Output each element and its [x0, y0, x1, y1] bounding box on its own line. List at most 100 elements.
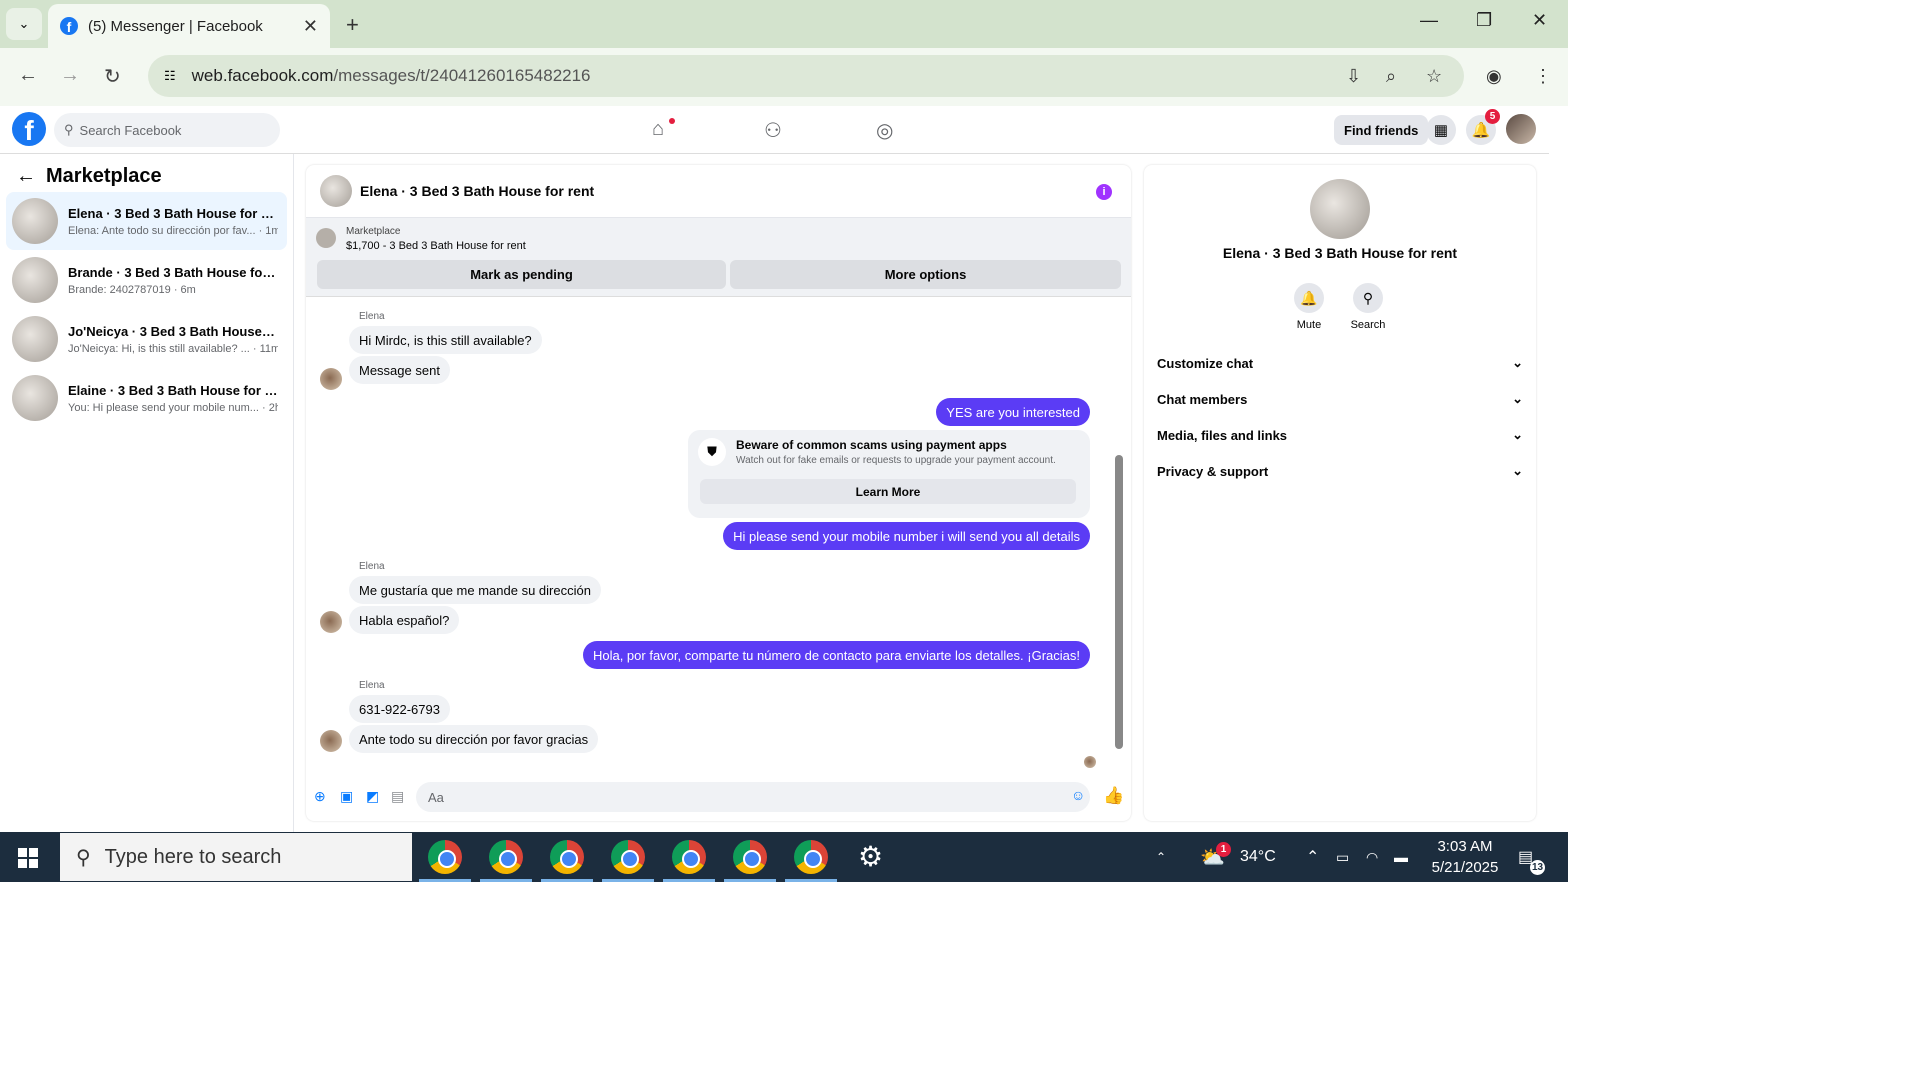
minimize-icon[interactable]: — — [1420, 10, 1438, 31]
conversation-item[interactable]: Jo'Neicya · 3 Bed 3 Bath House for... Jo'… — [6, 310, 287, 368]
action-center-icon[interactable]: ▤ — [1518, 832, 1533, 882]
message-bubble: Ante todo su dirección por favor gracias — [349, 725, 599, 753]
chrome-icon[interactable] — [489, 840, 523, 874]
facebook-logo-icon[interactable]: f — [12, 112, 46, 146]
avatar — [320, 368, 342, 390]
scrollbar-thumb[interactable] — [1115, 455, 1123, 749]
chrome-icon[interactable] — [733, 840, 767, 874]
url-path: /messages/t/24041260165482216 — [333, 66, 591, 85]
taskbar-search-input[interactable]: ⚲ Type here to search — [60, 833, 412, 881]
chevron-down-icon: ⌄ — [1512, 463, 1523, 478]
photo-icon[interactable]: ▣ — [340, 788, 353, 805]
chat-details-panel: Elena · 3 Bed 3 Bath House for rent 🔔 Mu… — [1144, 165, 1536, 821]
listing-title[interactable]: $1,700 - 3 Bed 3 Bath House for rent — [346, 240, 526, 252]
chevron-down-icon: ⌄ — [1512, 427, 1523, 442]
conversation-preview: Elena: Ante todo su dirección por fav...… — [68, 224, 278, 237]
chrome-icon[interactable] — [672, 840, 706, 874]
privacy-support-section[interactable]: Privacy & support ⌄ — [1157, 459, 1523, 483]
thumbs-up-icon[interactable]: 👍 — [1103, 786, 1124, 806]
address-bar: ← → ↻ ☷ web.facebook.com/messages/t/2404… — [0, 48, 1568, 106]
profile-icon[interactable]: ◉ — [1486, 66, 1502, 87]
scam-warning-card: ⛊ Beware of common scams using payment a… — [688, 430, 1090, 518]
search-icon: ⚲ — [64, 122, 74, 137]
menu-dots-icon[interactable]: ⋮ — [1534, 66, 1552, 87]
section-label: Media, files and links — [1157, 427, 1288, 443]
chat-members-section[interactable]: Chat members ⌄ — [1157, 387, 1523, 411]
apps-grid-icon[interactable]: ▦ — [1426, 115, 1456, 145]
section-label: Privacy & support — [1157, 463, 1269, 479]
browser-tab[interactable]: f (5) Messenger | Facebook ✕ — [48, 4, 330, 48]
marketplace-listing-banner: Marketplace $1,700 - 3 Bed 3 Bath House … — [306, 218, 1131, 297]
overflow-chevrons-icon[interactable]: ⌃ — [1156, 832, 1166, 882]
meet-icon[interactable]: ▭ — [1336, 832, 1349, 882]
close-window-icon[interactable]: ✕ — [1532, 10, 1547, 31]
message-scrollbar[interactable] — [1114, 303, 1124, 773]
show-hidden-icons-icon[interactable]: ⌃ — [1306, 832, 1319, 882]
media-files-links-section[interactable]: Media, files and links ⌄ — [1157, 423, 1523, 447]
search-label: Search — [1350, 319, 1386, 331]
back-icon[interactable]: ← — [18, 64, 38, 87]
zoom-icon[interactable]: ⌕ — [1386, 66, 1396, 87]
conversation-name: Jo'Neicya · 3 Bed 3 Bath House for... — [68, 323, 278, 339]
new-tab-icon[interactable]: + — [346, 12, 359, 38]
customize-chat-section[interactable]: Customize chat ⌄ — [1157, 351, 1523, 375]
back-arrow-icon[interactable]: ← — [16, 165, 36, 188]
conversation-item[interactable]: Elaine · 3 Bed 3 Bath House for rent You:… — [6, 369, 287, 427]
settings-gear-icon[interactable]: ⚙ — [858, 840, 883, 873]
home-icon[interactable]: ⌂ — [652, 118, 664, 141]
site-info-icon[interactable]: ☷ — [164, 68, 176, 84]
app-running-indicator — [541, 879, 593, 882]
url-field[interactable]: ☷ web.facebook.com/messages/t/2404126016… — [148, 55, 1464, 97]
plus-icon[interactable]: ⊕ — [314, 788, 326, 805]
tab-search-button[interactable]: ⌄ — [6, 8, 42, 40]
gif-icon[interactable]: ▤ — [391, 788, 404, 805]
listing-thumbnail[interactable] — [316, 228, 336, 248]
url-host: web.facebook.com — [191, 66, 334, 85]
wifi-icon[interactable]: ◠ — [1366, 832, 1378, 882]
sticker-icon[interactable]: ◩ — [366, 788, 379, 805]
message-list: Elena Hi Mirdc, is this still available?… — [306, 298, 1116, 768]
mark-as-pending-button[interactable]: Mark as pending — [317, 260, 726, 289]
bookmark-star-icon[interactable]: ☆ — [1426, 66, 1442, 87]
learn-more-button[interactable]: Learn More — [700, 479, 1076, 504]
reload-icon[interactable]: ↻ — [104, 64, 121, 89]
mute-label: Mute — [1296, 319, 1322, 331]
chrome-icon[interactable] — [550, 840, 584, 874]
search-conversation-button[interactable]: ⚲ Search — [1343, 283, 1393, 331]
more-options-button[interactable]: More options — [730, 260, 1121, 289]
emoji-icon[interactable]: ☺ — [1071, 787, 1085, 803]
account-avatar[interactable] — [1506, 114, 1536, 144]
mute-button[interactable]: 🔔 Mute — [1284, 283, 1334, 331]
message-composer: ⊕ ▣ ◩ ▤ Aa ☺ 👍 — [306, 779, 1131, 815]
avatar[interactable] — [320, 175, 352, 207]
windows-start-icon[interactable] — [18, 848, 38, 868]
facebook-search-input[interactable]: ⚲ Search Facebook — [54, 113, 280, 147]
sender-name: Elena — [359, 311, 385, 322]
windows-taskbar: ⚲ Type here to search ⚙ ⌃ ⛅ 1 34°C ⌃ ▭ ◠… — [0, 832, 1568, 882]
message-input[interactable]: Aa — [416, 782, 1090, 812]
chrome-icon[interactable] — [611, 840, 645, 874]
restore-icon[interactable]: ❐ — [1476, 10, 1492, 31]
friends-icon[interactable]: ⚇ — [764, 118, 782, 143]
weather-temperature[interactable]: 34°C — [1240, 832, 1276, 882]
find-friends-button[interactable]: Find friends — [1334, 115, 1429, 145]
battery-icon[interactable]: ▬ — [1394, 832, 1408, 882]
conversation-item[interactable]: Brande · 3 Bed 3 Bath House for re... Bra… — [6, 251, 287, 309]
chrome-icon[interactable] — [428, 840, 462, 874]
conversation-item[interactable]: Elena · 3 Bed 3 Bath House for rent Elena… — [6, 192, 287, 250]
groups-icon[interactable]: ◎ — [876, 118, 893, 143]
avatar — [12, 316, 58, 362]
message-bubble: YES are you interested — [936, 398, 1090, 426]
page-scrollbar[interactable] — [1549, 106, 1568, 832]
forward-icon[interactable]: → — [60, 64, 80, 87]
avatar[interactable] — [1310, 179, 1370, 239]
weather-icon[interactable]: ⛅ — [1200, 832, 1225, 882]
install-app-icon[interactable]: ⇩ — [1346, 66, 1361, 87]
close-tab-icon[interactable]: ✕ — [303, 16, 318, 37]
taskbar-clock[interactable]: 3:03 AM 5/21/2025 — [1420, 836, 1510, 878]
chrome-icon[interactable] — [794, 840, 828, 874]
conversation-name: Elaine · 3 Bed 3 Bath House for rent — [68, 382, 278, 398]
info-icon[interactable]: i — [1096, 184, 1112, 200]
chat-title[interactable]: Elena · 3 Bed 3 Bath House for rent — [360, 183, 594, 199]
conversation-preview: You: Hi please send your mobile num... ·… — [68, 401, 278, 414]
